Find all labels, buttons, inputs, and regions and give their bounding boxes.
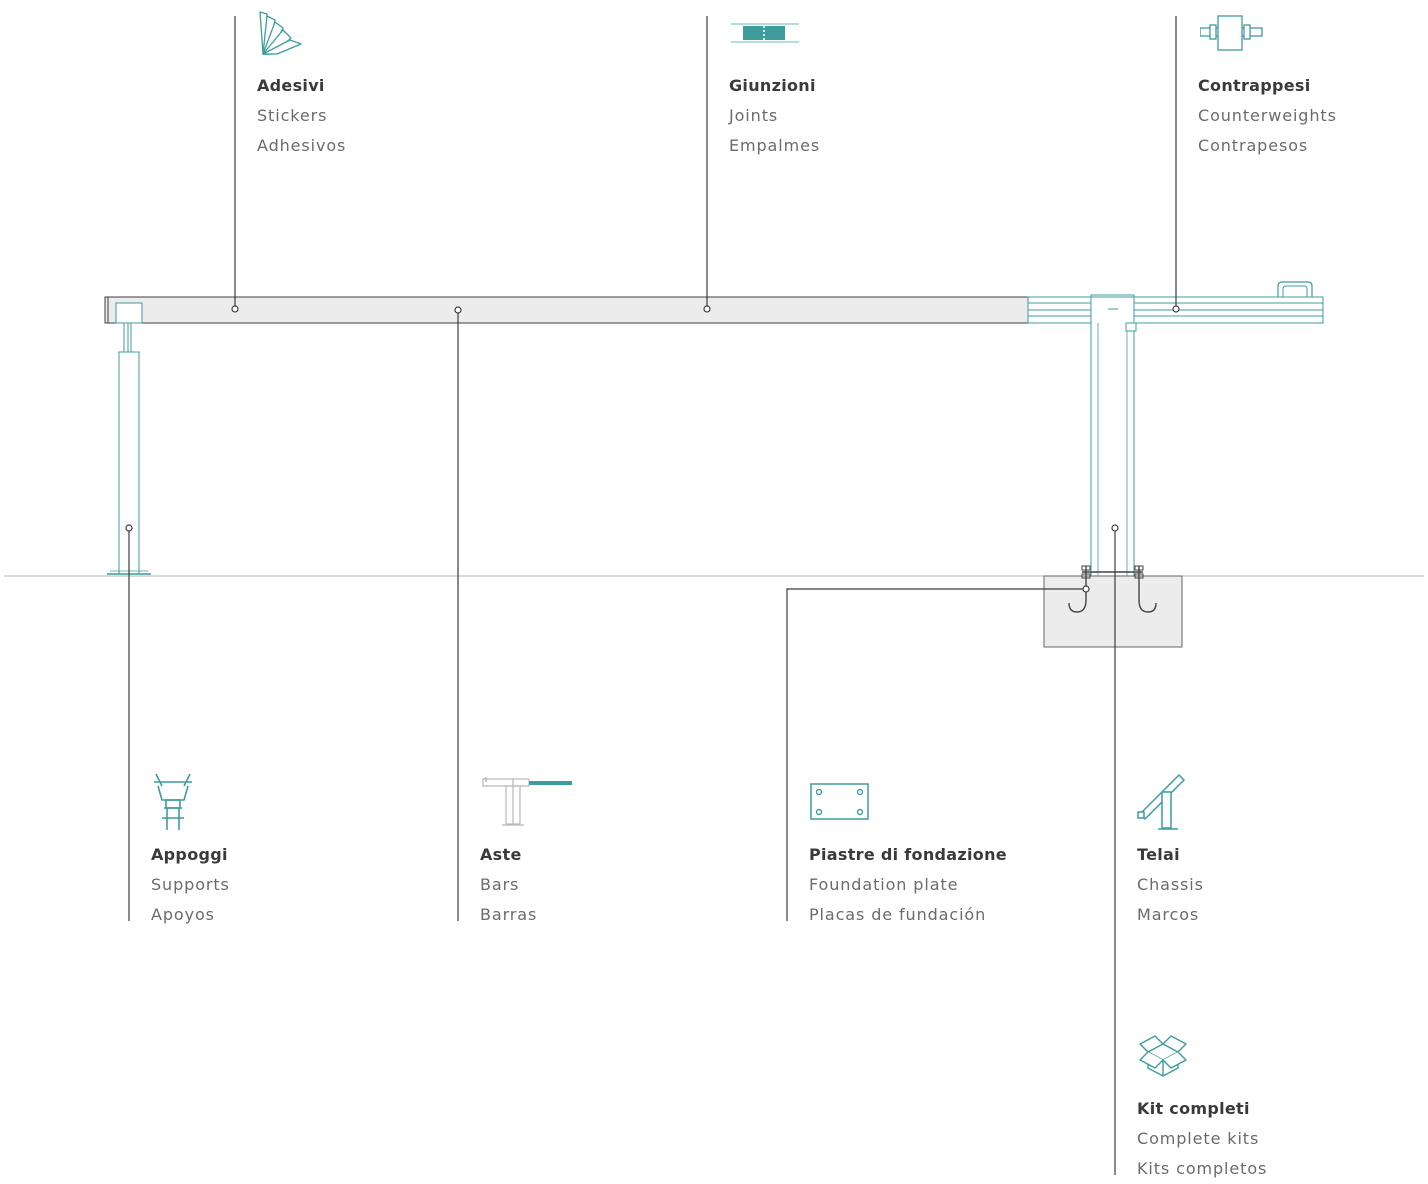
leader-lines	[128, 16, 1177, 1175]
leader-dots	[125, 305, 1180, 593]
support-icon	[154, 773, 192, 830]
joint-icon	[731, 23, 799, 43]
part-name-en: Complete kits	[1137, 1129, 1260, 1148]
part-name-es: Marcos	[1137, 905, 1200, 924]
label-telai: Telai Chassis Marcos	[1137, 840, 1204, 930]
label-appoggi: Appoggi Supports Apoyos	[151, 840, 230, 930]
part-name-en: Foundation plate	[809, 875, 959, 894]
label-piastre: Piastre di fondazione Foundation plate P…	[809, 840, 1007, 930]
part-name: Contrappesi	[1198, 76, 1311, 95]
bar-icon	[482, 777, 572, 826]
barrier-cabinet	[1090, 294, 1137, 577]
label-kit: Kit completi Complete kits Kits completo…	[1137, 1094, 1267, 1184]
stickers-icon	[259, 11, 302, 55]
part-name: Piastre di fondazione	[809, 845, 1007, 864]
part-name: Kit completi	[1137, 1099, 1250, 1118]
label-giunzioni: Giunzioni Joints Empalmes	[729, 71, 820, 161]
part-name-es: Apoyos	[151, 905, 215, 924]
part-name-en: Chassis	[1137, 875, 1204, 894]
part-name-es: Placas de fundación	[809, 905, 987, 924]
label-aste: Aste Bars Barras	[480, 840, 537, 930]
part-name-es: Contrapesos	[1198, 136, 1309, 155]
boom-arm	[104, 281, 1324, 324]
part-name-es: Adhesivos	[257, 136, 347, 155]
barrier-diagram	[4, 16, 1424, 1175]
foundation-block	[1043, 565, 1183, 648]
part-name: Aste	[480, 845, 522, 864]
part-name: Appoggi	[151, 845, 228, 864]
chassis-icon	[1137, 774, 1185, 830]
part-name-en: Joints	[729, 106, 779, 125]
box-icon	[1139, 1035, 1187, 1077]
part-name-en: Bars	[480, 875, 520, 894]
counterweight-icon	[1200, 15, 1263, 51]
foundation-plate-icon	[810, 783, 869, 820]
label-adesivi: Adesivi Stickers Adhesivos	[257, 71, 346, 161]
part-name: Giunzioni	[729, 76, 816, 95]
part-name-en: Supports	[151, 875, 230, 894]
part-name-en: Counterweights	[1198, 106, 1337, 125]
label-contrappesi: Contrappesi Counterweights Contrapesos	[1198, 71, 1337, 161]
part-name: Adesivi	[257, 76, 325, 95]
part-name-en: Stickers	[257, 106, 328, 125]
part-name-es: Barras	[480, 905, 538, 924]
part-name-es: Empalmes	[729, 136, 821, 155]
part-name: Telai	[1137, 845, 1180, 864]
